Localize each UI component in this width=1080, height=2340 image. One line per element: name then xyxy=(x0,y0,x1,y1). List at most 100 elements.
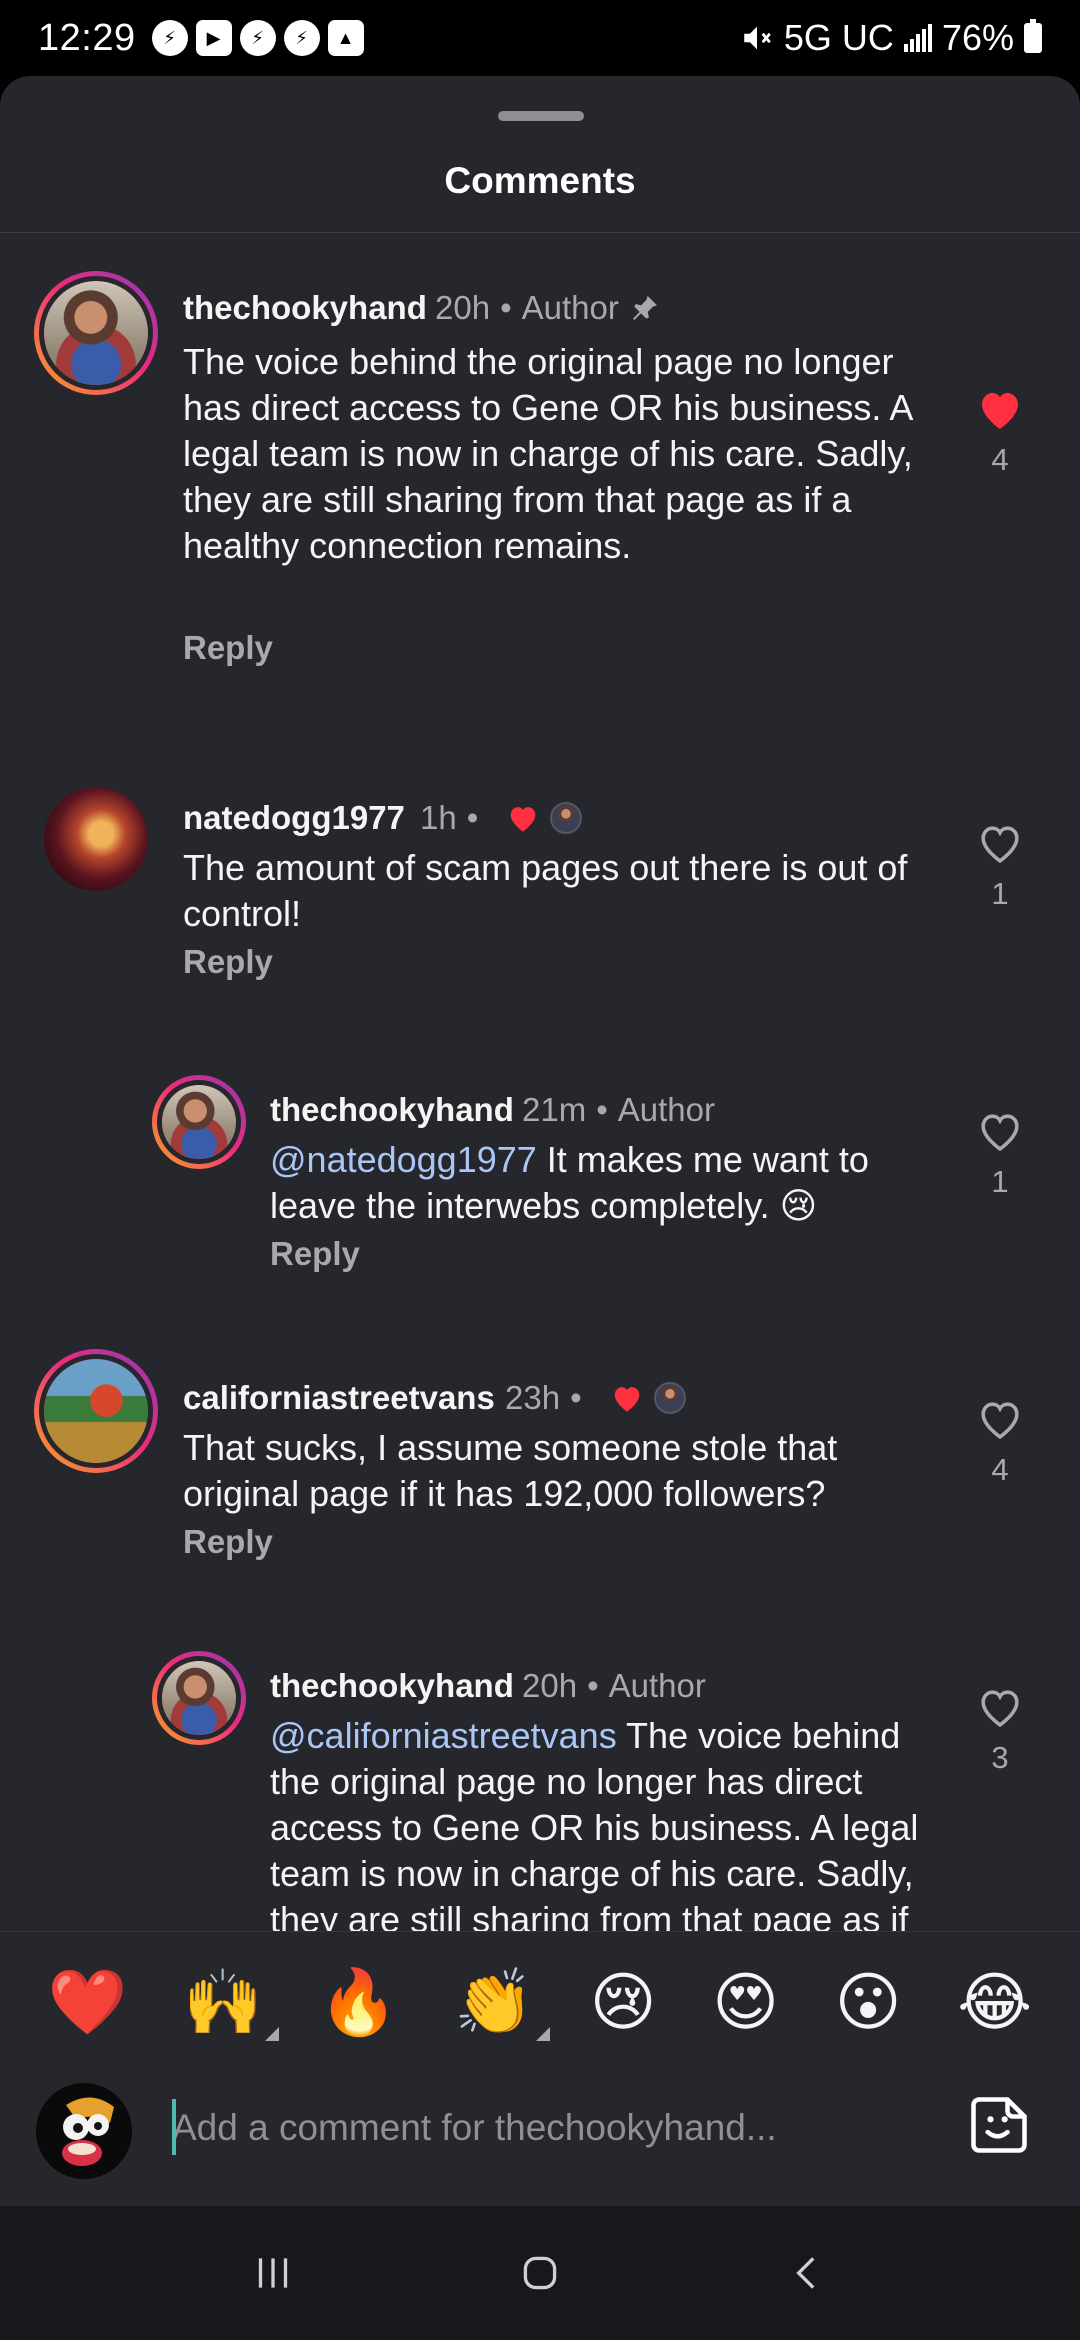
avatar[interactable] xyxy=(34,1349,158,1473)
like-count: 3 xyxy=(991,1740,1009,1775)
signal-icon xyxy=(903,24,932,52)
comment-text: @natedogg1977 It makes me want to leave … xyxy=(270,1137,930,1229)
author-badge: Author xyxy=(521,289,619,326)
comment-composer xyxy=(0,2073,1080,2206)
avatar[interactable] xyxy=(152,1075,246,1169)
battery-percent: 76% xyxy=(941,17,1014,58)
reaction-clap[interactable]: 👏 xyxy=(454,1971,550,2041)
reaction-crying[interactable]: 😢 xyxy=(590,1971,657,2035)
home-button[interactable] xyxy=(500,2233,580,2313)
comment-username[interactable]: natedogg1977 xyxy=(183,799,405,837)
like-button[interactable]: 4 xyxy=(960,387,1040,478)
battery-icon xyxy=(1024,19,1042,53)
comment-reply-item: thechookyhand 20h • Author @californiast… xyxy=(0,1651,1080,1931)
avatar[interactable] xyxy=(152,1651,246,1745)
heart-outline-icon[interactable] xyxy=(976,1685,1024,1729)
comment-item: thechookyhand 20h • Author The voice beh… xyxy=(0,233,1080,703)
comment-meta: 21m • Author xyxy=(522,1091,715,1128)
comment-time: 1h xyxy=(420,799,457,836)
comment-meta: 23h • xyxy=(505,1379,686,1417)
author-liked-avatar xyxy=(653,1382,686,1414)
notification-icons: ⚡ ▶ ⚡ ⚡ ▲ xyxy=(151,20,364,56)
heart-outline-icon[interactable] xyxy=(976,1109,1024,1153)
youtube-icon: ▶ xyxy=(195,20,232,56)
like-button[interactable]: 1 xyxy=(960,821,1040,912)
my-avatar xyxy=(36,2083,132,2179)
reaction-surprised[interactable]: 😮 xyxy=(835,1971,902,2035)
heart-filled-icon[interactable] xyxy=(976,387,1024,431)
avatar-illustration xyxy=(36,2083,132,2179)
skin-tone-indicator xyxy=(535,2026,550,2041)
gallery-icon: ▲ xyxy=(327,20,364,56)
reaction-fire[interactable]: 🔥 xyxy=(319,1971,399,2035)
reply-button[interactable]: Reply xyxy=(183,943,273,981)
pin-icon xyxy=(632,296,657,320)
heart-filled-icon xyxy=(511,807,536,832)
sheet-title: Comments xyxy=(444,160,636,201)
heart-outline-icon[interactable] xyxy=(976,821,1024,865)
heart-outline-icon[interactable] xyxy=(976,1397,1024,1441)
messenger-icon: ⚡ xyxy=(151,20,188,56)
reaction-heart[interactable]: ❤️ xyxy=(48,1971,128,2035)
reply-button[interactable]: Reply xyxy=(270,1235,360,1273)
messenger-icon: ⚡ xyxy=(239,20,276,56)
home-icon xyxy=(523,2256,557,2290)
reaction-laughing[interactable]: 😂 xyxy=(957,1971,1032,2035)
comment-reply-item: thechookyhand 21m • Author @natedogg1977… xyxy=(0,1075,1080,1321)
comment-username[interactable]: thechookyhand xyxy=(183,289,427,327)
comment-meta: 20h • Author xyxy=(522,1667,706,1704)
mention-link[interactable]: @californiastreetvans xyxy=(270,1715,617,1756)
reaction-heart-eyes[interactable]: 😍 xyxy=(712,1971,779,2035)
avatar[interactable] xyxy=(44,787,148,891)
author-liked-avatar xyxy=(550,802,583,834)
like-button[interactable]: 4 xyxy=(960,1397,1040,1488)
comment-text: The amount of scam pages out there is ou… xyxy=(183,847,908,934)
comment-input[interactable] xyxy=(172,2093,932,2163)
system-nav-bar xyxy=(0,2206,1080,2340)
quick-reactions-bar: ❤️ 🙌 🔥 👏 😢 😍 😮 😂 xyxy=(0,1931,1080,2073)
sticker-icon[interactable] xyxy=(965,2091,1033,2159)
comment-item: natedogg1977 1h • The amount of scam pag… xyxy=(0,787,1080,1033)
comment-text: @californiastreetvans The voice behind t… xyxy=(270,1713,930,1931)
like-count: 1 xyxy=(991,1164,1009,1199)
recents-button[interactable] xyxy=(233,2233,313,2313)
comment-username[interactable]: thechookyhand xyxy=(270,1667,514,1705)
comment-text: That sucks, I assume someone stole that … xyxy=(183,1427,838,1514)
comment-username[interactable]: thechookyhand xyxy=(270,1091,514,1129)
network-label: 5G UC xyxy=(783,17,894,58)
comment-item: californiastreetvans 23h • That sucks, I… xyxy=(0,1349,1080,1609)
comment-time: 23h xyxy=(505,1379,561,1416)
comment-time: 20h xyxy=(522,1667,578,1704)
status-right: 5G UC 76% xyxy=(740,17,1042,59)
text-cursor xyxy=(172,2099,176,2155)
like-button[interactable]: 3 xyxy=(960,1685,1040,1776)
author-badge: Author xyxy=(608,1667,706,1704)
skin-tone-indicator xyxy=(265,2026,280,2041)
comment-time: 20h xyxy=(435,289,491,326)
comment-meta: 1h • xyxy=(420,799,583,837)
recents-icon xyxy=(259,2258,288,2288)
like-count: 4 xyxy=(991,1452,1009,1487)
like-count: 4 xyxy=(991,442,1009,477)
mute-icon xyxy=(744,26,771,50)
comments-sheet: Comments thechookyhand 20h • Author The … xyxy=(0,76,1080,2206)
comment-username[interactable]: californiastreetvans xyxy=(183,1379,495,1417)
drag-handle[interactable] xyxy=(498,111,584,121)
clock: 12:29 xyxy=(38,16,136,59)
reply-button[interactable]: Reply xyxy=(183,1523,273,1561)
heart-filled-icon xyxy=(614,1387,639,1412)
messenger-icon: ⚡ xyxy=(283,20,320,56)
comment-meta: 20h • Author xyxy=(435,289,661,327)
author-badge: Author xyxy=(617,1091,715,1128)
reaction-raised-hands[interactable]: 🙌 xyxy=(183,1971,280,2041)
reply-button[interactable]: Reply xyxy=(183,629,273,667)
comment-time: 21m xyxy=(522,1091,587,1128)
avatar[interactable] xyxy=(34,271,158,395)
mention-link[interactable]: @natedogg1977 xyxy=(270,1139,537,1180)
like-count: 1 xyxy=(991,876,1009,911)
comment-text: The voice behind the original page no lo… xyxy=(183,341,913,566)
back-button[interactable] xyxy=(767,2233,847,2313)
like-button[interactable]: 1 xyxy=(960,1109,1040,1200)
back-icon xyxy=(795,2257,815,2289)
comments-list[interactable]: thechookyhand 20h • Author The voice beh… xyxy=(0,233,1080,1931)
